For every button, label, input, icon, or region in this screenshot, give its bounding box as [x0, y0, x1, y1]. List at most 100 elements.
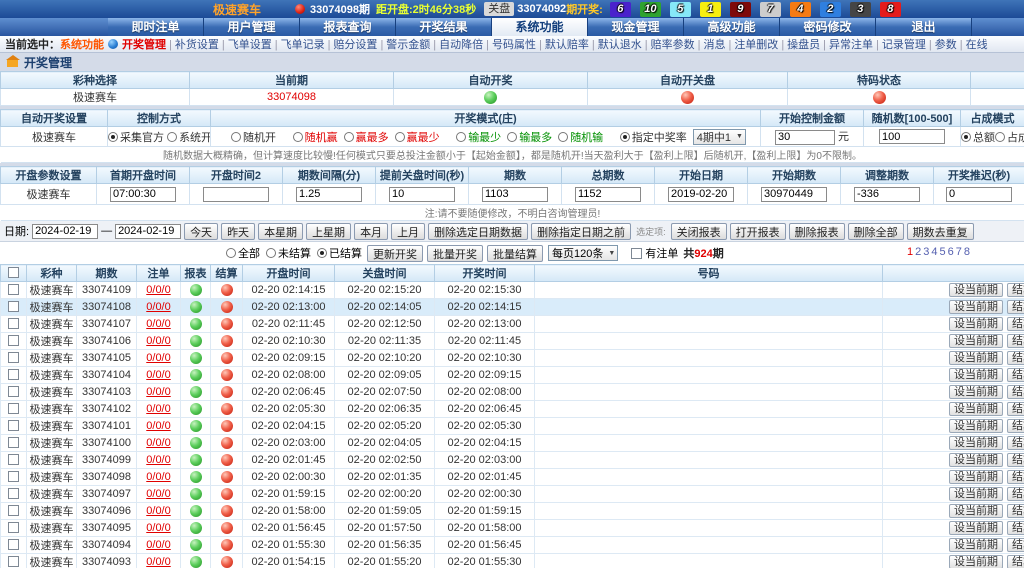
set-current-button[interactable]: 设当前期 [949, 385, 1003, 399]
row-checkbox[interactable] [8, 403, 19, 414]
settle-status-dot[interactable] [221, 318, 233, 330]
set-current-button[interactable]: 设当前期 [949, 402, 1003, 416]
batch-button[interactable]: 更新开奖 [367, 245, 423, 262]
submenu-link[interactable]: 异常注单 [829, 39, 873, 51]
date-quick-button[interactable]: 昨天 [221, 223, 255, 240]
set-current-button[interactable]: 设当前期 [949, 419, 1003, 433]
row-checkbox[interactable] [8, 352, 19, 363]
page-link-5[interactable]: 5 [940, 246, 948, 258]
settle-status-dot[interactable] [221, 539, 233, 551]
report-button[interactable]: 关闭报表 [671, 223, 727, 240]
submenu-link[interactable]: 默认退水 [598, 39, 642, 51]
date-quick-button[interactable]: 删除指定日期之前 [531, 223, 631, 240]
row-checkbox[interactable] [8, 420, 19, 431]
radio-dot[interactable] [995, 132, 1005, 142]
date-quick-button[interactable]: 上星期 [306, 223, 351, 240]
report-status-dot[interactable] [190, 335, 202, 347]
settle-status-dot[interactable] [221, 505, 233, 517]
random-num-input[interactable] [879, 129, 945, 144]
row-checkbox[interactable] [8, 386, 19, 397]
radio-dot[interactable] [620, 132, 630, 142]
row-checkbox[interactable] [8, 284, 19, 295]
mode-radio[interactable]: 指定中奖率 [620, 129, 687, 145]
date-to-input[interactable] [115, 224, 181, 239]
set-current-button[interactable]: 设当前期 [949, 317, 1003, 331]
submenu-link[interactable]: 自动降倍 [439, 39, 483, 51]
submenu-link[interactable]: 补货设置 [175, 39, 219, 51]
win-rate-select[interactable]: 4期中1▼ [693, 129, 746, 145]
settle-status-dot[interactable] [221, 369, 233, 381]
settle-status-dot[interactable] [221, 301, 233, 313]
radio-dot[interactable] [344, 132, 354, 142]
date-quick-button[interactable]: 上月 [391, 223, 425, 240]
tab-4[interactable]: 开奖结果 [396, 18, 492, 36]
lottery-cell[interactable]: 极速赛车 [1, 89, 190, 106]
has-bets-checkbox[interactable] [631, 248, 642, 259]
report-status-dot[interactable] [190, 556, 202, 568]
control-radio[interactable]: 系统开奖 [167, 129, 210, 145]
mode-radio[interactable]: 随机开 [231, 129, 276, 145]
row-checkbox[interactable] [8, 369, 19, 380]
submenu-link[interactable]: 赔率参数 [651, 39, 695, 51]
settle-status-dot[interactable] [221, 437, 233, 449]
set-current-button[interactable]: 设当前期 [949, 351, 1003, 365]
mode-radio[interactable]: 输最少 [456, 129, 501, 145]
param-input-6[interactable] [575, 187, 641, 202]
status-radio[interactable]: 已结算 [317, 245, 362, 261]
submenu-link[interactable]: 记录管理 [882, 39, 926, 51]
row-checkbox[interactable] [8, 556, 19, 567]
set-current-button[interactable]: 设当前期 [949, 504, 1003, 518]
report-status-dot[interactable] [190, 437, 202, 449]
settle-status-dot[interactable] [221, 471, 233, 483]
report-status-dot[interactable] [190, 284, 202, 296]
settle-button[interactable]: 结算 [1007, 385, 1024, 399]
settle-status-dot[interactable] [221, 284, 233, 296]
set-current-button[interactable]: 设当前期 [949, 436, 1003, 450]
set-current-button[interactable]: 设当前期 [949, 300, 1003, 314]
share-radio[interactable]: 总额 [961, 129, 995, 145]
settle-status-dot[interactable] [221, 556, 233, 568]
page-link-8[interactable]: 8 [964, 246, 972, 258]
date-from-input[interactable] [32, 224, 98, 239]
bets-link[interactable]: 0/0/0 [146, 522, 170, 534]
settle-button[interactable]: 结算 [1007, 419, 1024, 433]
control-radio[interactable]: 采集官方 [108, 129, 164, 145]
mode-radio[interactable]: 随机赢 [293, 129, 338, 145]
tab-2[interactable]: 用户管理 [204, 18, 300, 36]
settle-button[interactable]: 结算 [1007, 317, 1024, 331]
set-current-button[interactable]: 设当前期 [949, 470, 1003, 484]
tab-5[interactable]: 系统功能 [492, 18, 588, 36]
submenu-link[interactable]: 参数 [935, 39, 957, 51]
row-checkbox[interactable] [8, 539, 19, 550]
settle-button[interactable]: 结算 [1007, 538, 1024, 552]
radio-dot[interactable] [231, 132, 241, 142]
bets-link[interactable]: 0/0/0 [146, 454, 170, 466]
param-input-1[interactable] [110, 187, 176, 202]
set-current-button[interactable]: 设当前期 [949, 334, 1003, 348]
radio-dot[interactable] [456, 132, 466, 142]
tab-3[interactable]: 报表查询 [300, 18, 396, 36]
bets-link[interactable]: 0/0/0 [146, 369, 170, 381]
tab-7[interactable]: 高级功能 [684, 18, 780, 36]
radio-dot[interactable] [293, 132, 303, 142]
report-status-dot[interactable] [190, 454, 202, 466]
bets-link[interactable]: 0/0/0 [146, 318, 170, 330]
report-status-dot[interactable] [190, 403, 202, 415]
settle-status-dot[interactable] [221, 420, 233, 432]
radio-dot[interactable] [266, 248, 276, 258]
report-status-dot[interactable] [190, 318, 202, 330]
start-amount-input[interactable] [775, 130, 835, 145]
param-input-10[interactable] [946, 187, 1012, 202]
bets-link[interactable]: 0/0/0 [146, 556, 170, 568]
settle-status-dot[interactable] [221, 454, 233, 466]
select-all-checkbox[interactable] [8, 267, 19, 278]
settle-status-dot[interactable] [221, 352, 233, 364]
date-quick-button[interactable]: 删除选定日期数据 [428, 223, 528, 240]
row-checkbox[interactable] [8, 437, 19, 448]
set-current-button[interactable]: 设当前期 [949, 487, 1003, 501]
bets-link[interactable]: 0/0/0 [146, 505, 170, 517]
radio-dot[interactable] [507, 132, 517, 142]
settle-status-dot[interactable] [221, 403, 233, 415]
tab-8[interactable]: 密码修改 [780, 18, 876, 36]
bets-link[interactable]: 0/0/0 [146, 403, 170, 415]
